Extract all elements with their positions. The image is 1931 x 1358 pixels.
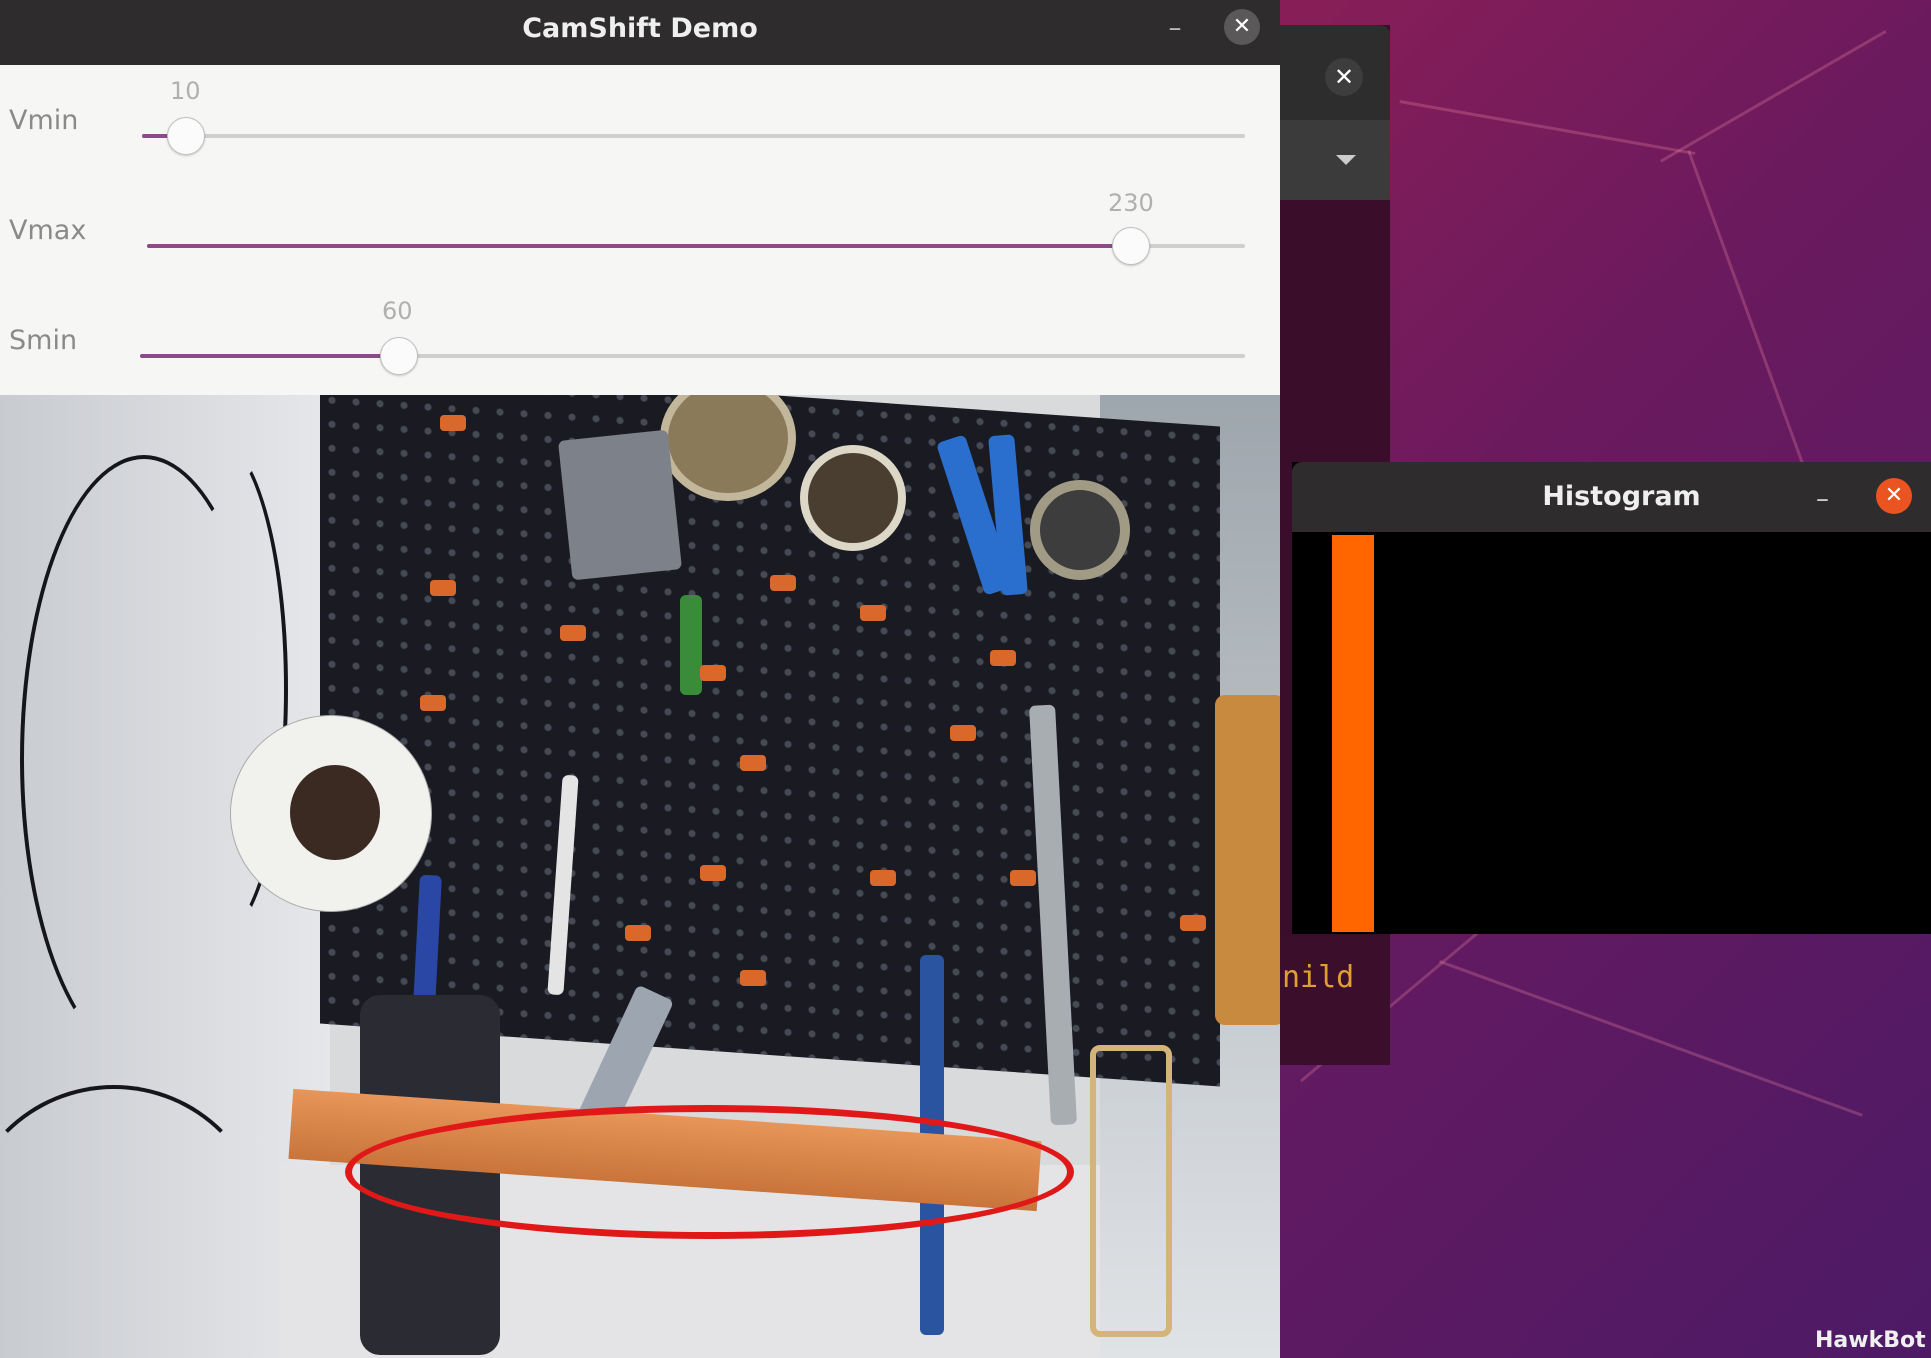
- slider-label: Smin: [9, 325, 78, 356]
- wallpaper-line: [1438, 960, 1863, 1117]
- slider-label: Vmax: [9, 215, 87, 246]
- histogram-bar: [1332, 535, 1374, 932]
- saw: [1090, 1045, 1172, 1337]
- terminal-text: nild: [1282, 960, 1355, 995]
- clip: [950, 725, 976, 741]
- slider-value: 60: [382, 297, 413, 325]
- tape-roll: [290, 765, 380, 860]
- slider-vmin: Vmin 10: [0, 65, 1280, 175]
- minimize-button[interactable]: –: [1163, 15, 1187, 44]
- slider-value: 10: [170, 77, 201, 105]
- close-button[interactable]: ✕: [1224, 9, 1260, 45]
- wallpaper-line: [1687, 150, 1810, 480]
- clip: [870, 870, 896, 886]
- slider-knob[interactable]: [167, 117, 205, 155]
- camera-view: [0, 395, 1280, 1358]
- tape-roll: [1030, 480, 1130, 580]
- clip: [740, 755, 766, 771]
- slider-knob[interactable]: [1112, 227, 1150, 265]
- clip: [440, 415, 466, 431]
- slider-track[interactable]: [140, 354, 1245, 358]
- clip: [740, 970, 766, 986]
- chevron-down-icon[interactable]: [1336, 155, 1356, 165]
- histogram-titlebar[interactable]: Histogram – ✕: [1292, 462, 1931, 532]
- histogram-window: Histogram – ✕: [1292, 462, 1931, 934]
- wallpaper-line: [1399, 100, 1696, 156]
- histogram-plot: [1292, 532, 1931, 934]
- clip: [1180, 915, 1206, 931]
- histogram-title: Histogram: [1542, 481, 1701, 512]
- tracking-ellipse: [345, 1105, 1074, 1239]
- terminal-close-button[interactable]: ✕: [1325, 58, 1363, 96]
- minimize-button[interactable]: –: [1816, 484, 1829, 514]
- tape-roll: [800, 445, 906, 551]
- green-tool: [680, 595, 702, 695]
- slider-fill: [147, 244, 1131, 248]
- slider-smin: Smin 60: [0, 285, 1280, 395]
- clip: [860, 605, 886, 621]
- slider-vmax: Vmax 230: [0, 175, 1280, 285]
- clip: [990, 650, 1016, 666]
- wood-blocks: [1215, 695, 1280, 1025]
- slider-track[interactable]: [142, 134, 1245, 138]
- clip: [430, 580, 456, 596]
- close-button[interactable]: ✕: [1876, 478, 1912, 514]
- wallpaper-line: [1660, 30, 1887, 163]
- clip: [700, 865, 726, 881]
- clip: [700, 665, 726, 681]
- clip: [770, 575, 796, 591]
- clip: [625, 925, 651, 941]
- notebook: [557, 429, 683, 581]
- clip: [420, 695, 446, 711]
- window-title: CamShift Demo: [522, 13, 758, 44]
- slider-value: 230: [1108, 189, 1154, 217]
- clip: [1010, 870, 1036, 886]
- clip: [560, 625, 586, 641]
- watermark: HawkBot: [1815, 1328, 1926, 1353]
- slider-track[interactable]: [147, 244, 1245, 248]
- slider-knob[interactable]: [380, 337, 418, 375]
- titlebar[interactable]: CamShift Demo – ✕: [0, 0, 1280, 65]
- slider-label: Vmin: [9, 105, 79, 136]
- camshift-window: CamShift Demo – ✕ Vmin 10 Vmax 230 Smin …: [0, 0, 1280, 1358]
- slider-fill: [140, 354, 398, 358]
